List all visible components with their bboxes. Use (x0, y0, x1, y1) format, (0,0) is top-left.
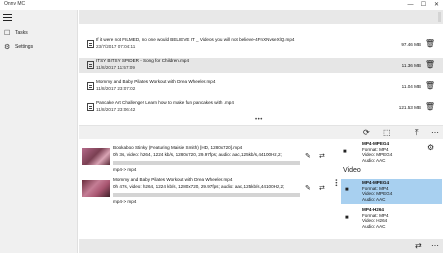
section-label: Video (343, 167, 361, 174)
file-date: 23/7/2017 07:04:11 (96, 44, 136, 49)
scrollbar[interactable] (438, 12, 441, 22)
bottom-bar: ⇄ ⋯ (79, 239, 443, 253)
progress-bar (113, 193, 300, 197)
preset-audio: Audio: AAC (362, 196, 386, 202)
file-icon (87, 103, 94, 111)
file-icon (87, 82, 94, 90)
trash-icon[interactable]: 🗑 (425, 102, 435, 111)
close-button[interactable]: ✕ (430, 0, 443, 10)
more-icon[interactable]: ⋯ (431, 128, 439, 137)
queue-title: Bookaboo Stinky (Featuring Maisie Smith)… (113, 145, 243, 150)
preset-audio: Audio: AAC (362, 157, 386, 163)
queue-item[interactable]: Bookaboo Stinky (Featuring Maisie Smith)… (79, 145, 337, 179)
preset-item-selected[interactable]: MP4-MPEG4 Format: MP4 Video: MPEG4 Audio… (341, 179, 442, 204)
video-thumbnail (82, 180, 110, 197)
splitter-grip[interactable]: ••• (332, 179, 338, 187)
file-size: 97.46 MB (401, 42, 421, 47)
title-bar: Onnv MC — ☐ ✕ (0, 0, 443, 10)
file-list: If it were not FILMED, no one would BELI… (79, 37, 443, 121)
sidebar-item-settings[interactable]: ⚙ Settings (4, 42, 33, 51)
file-row[interactable]: If it were not FILMED, no one would BELI… (79, 37, 443, 52)
file-size: 121.53 MB (398, 105, 421, 110)
upload-icon[interactable]: ⤒ (415, 128, 419, 138)
file-icon (87, 40, 94, 48)
preset-item[interactable]: MP4-H264 Format: MP4 Video: H264 Audio: … (362, 207, 389, 229)
gear-icon: ⚙ (4, 43, 11, 51)
file-name: Mommy and Baby Pilates Workout with Drea… (96, 79, 216, 84)
file-row[interactable]: Mommy and Baby Pilates Workout with Drea… (79, 79, 443, 94)
file-name: If it were not FILMED, no one would BELI… (96, 37, 295, 42)
preset-video: Video: H264 (362, 218, 388, 224)
app-title: Onnv MC (4, 1, 26, 7)
queue-conversion: mp4-> mp4 (113, 167, 137, 172)
queue-meta: 0h 3s, video: h264, 1224 kb/s, 1280x720,… (113, 152, 282, 157)
sidebar: ☐ Tasks ⚙ Settings (0, 10, 78, 253)
file-size: 11.04 MB (401, 84, 421, 89)
file-date: 11/8/2017 11:57:09 (96, 65, 135, 70)
refresh-icon[interactable]: ⟳ (363, 128, 370, 137)
maximize-button[interactable]: ☐ (417, 0, 430, 10)
queue-item[interactable]: Mommy and Baby Pilates Workout with Drea… (79, 177, 337, 211)
tasks-icon: ☐ (4, 29, 11, 37)
video-thumbnail (82, 148, 110, 165)
film-icon: ■ (345, 187, 349, 193)
queue-meta: 0h 47s, video: h264, 1224 kb/s, 1280x720… (113, 184, 285, 189)
edit-icon[interactable]: ✎ (305, 152, 311, 160)
preset-audio: Audio: AAC (362, 223, 386, 229)
file-row[interactable]: Pancake Art Challenge! Learn how to make… (79, 100, 443, 115)
top-bar (79, 10, 443, 24)
file-row[interactable]: ITSY BITSY SPIDER - Song for Children.mp… (79, 58, 443, 73)
file-icon (87, 61, 94, 69)
swap-icon[interactable]: ⇄ (319, 184, 325, 192)
file-name: Pancake Art Challenge! Learn how to make… (96, 100, 234, 105)
preset-panel: ■ MP4-MPEG4 Format: MP4 Video: MPEG4 Aud… (339, 139, 443, 239)
file-date: 11/8/2017 23:07:02 (96, 86, 136, 91)
trash-icon[interactable]: 🗑 (425, 81, 435, 90)
sidebar-item-label: Tasks (15, 29, 28, 36)
sidebar-item-tasks[interactable]: ☐ Tasks (4, 28, 28, 37)
swap-icon[interactable]: ⇄ (319, 152, 325, 160)
queue-title: Mommy and Baby Pilates Workout with Drea… (113, 177, 233, 182)
current-preset[interactable]: MP4-MPEG4 Format: MP4 Video: MPEG4 Audio… (362, 141, 392, 163)
gear-icon[interactable]: ⚙ (427, 143, 434, 152)
film-icon: ■ (345, 215, 349, 221)
preset-title: MP4-MPEG4 (362, 141, 390, 146)
edit-icon[interactable]: ✎ (305, 184, 311, 192)
film-icon: ■ (343, 149, 347, 155)
preset-video: Video: MPEG4 (362, 152, 393, 158)
queue-conversion: mp4-> mp4 (113, 199, 137, 204)
splitter-grip[interactable]: ••• (255, 117, 263, 123)
file-date: 11/8/2017 23:06:42 (96, 107, 136, 112)
conversion-toolbar: ⟳ ⬚ ⤒ ⋯ (79, 125, 443, 139)
minimize-button[interactable]: — (404, 0, 417, 10)
main-area: If it were not FILMED, no one would BELI… (79, 10, 443, 253)
swap-icon[interactable]: ⇄ (415, 241, 422, 250)
trash-icon[interactable]: 🗑 (425, 60, 435, 69)
hamburger-icon[interactable] (3, 14, 12, 21)
sidebar-item-label: Settings (15, 43, 34, 50)
more-icon[interactable]: ⋯ (431, 241, 439, 250)
trash-icon[interactable]: 🗑 (425, 39, 435, 48)
file-size: 11.36 MB (401, 63, 421, 68)
progress-bar (113, 161, 300, 165)
file-name: ITSY BITSY SPIDER - Song for Children.mp… (96, 58, 190, 63)
conversion-queue: Bookaboo Stinky (Featuring Maisie Smith)… (79, 139, 338, 239)
stamp-icon[interactable]: ⬚ (383, 128, 391, 137)
